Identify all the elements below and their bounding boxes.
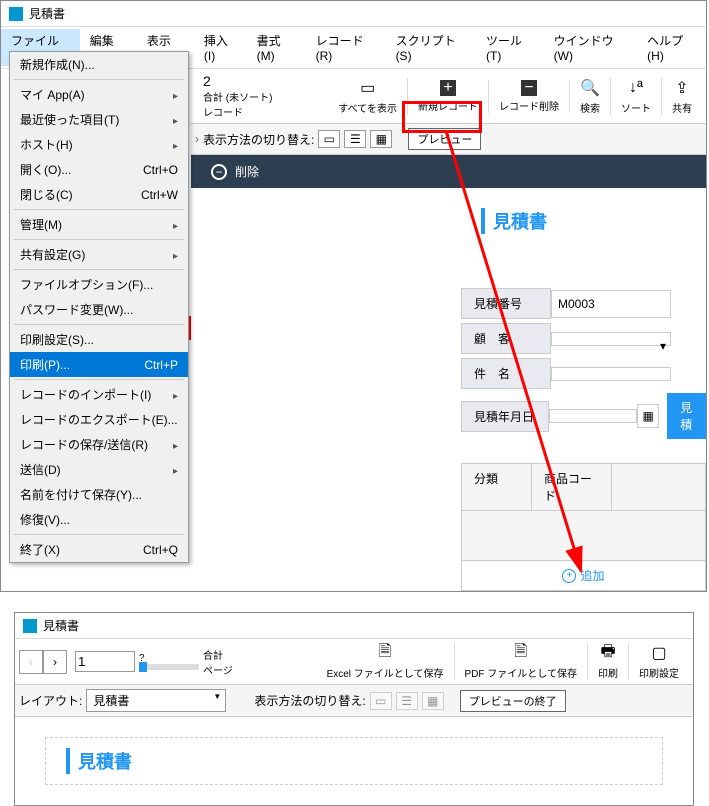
menu-item[interactable]: 開く(O)...Ctrl+O — [10, 157, 188, 182]
menu-item[interactable]: パスワード変更(W)... — [10, 297, 188, 322]
calendar-icon[interactable]: ▦ — [637, 404, 658, 428]
section-title-2: 見積書 — [66, 748, 642, 774]
view-list-button[interactable]: ☰ — [344, 130, 366, 148]
estimate-no-label: 見積番号 — [461, 288, 551, 319]
end-preview-button[interactable]: プレビューの終了 — [460, 690, 566, 712]
app-icon — [9, 7, 23, 21]
delete-icon[interactable]: − — [211, 164, 227, 180]
date-label: 見積年月日 — [461, 401, 549, 432]
next-page-button[interactable]: › — [43, 650, 67, 674]
sort-icon: ↓ª — [626, 78, 646, 98]
menu-item[interactable]: 共有設定(G) — [10, 242, 188, 267]
estimate-no-field[interactable]: M0003 — [551, 290, 671, 318]
menu-item[interactable]: 送信(D) — [10, 457, 188, 482]
prev-page-button[interactable]: ‹ — [19, 650, 43, 674]
layout-label: レイアウト: — [19, 692, 82, 709]
plus-circle-icon: + — [562, 569, 576, 583]
view-list-button-2[interactable]: ☰ — [396, 692, 418, 710]
print-button[interactable]: 🖶 印刷 — [588, 643, 629, 680]
menu-tool[interactable]: ツール(T) — [476, 29, 544, 66]
page-input[interactable] — [75, 651, 135, 672]
add-button[interactable]: + 追加 — [461, 561, 706, 591]
menu-format[interactable]: 書式(M) — [247, 29, 306, 66]
page-label: ページ — [203, 662, 233, 677]
layout-select[interactable]: 見積書 — [86, 689, 226, 712]
page-slider[interactable] — [139, 664, 199, 670]
minus-icon: − — [521, 80, 537, 96]
th-code: 商品コード — [532, 464, 612, 510]
window-title-2: 見積書 — [43, 617, 79, 634]
th-category: 分類 — [462, 464, 532, 510]
print-settings-icon: ▢ — [649, 643, 669, 663]
subject-label: 件 名 — [461, 358, 551, 389]
preview-button[interactable]: プレビュー — [408, 128, 481, 150]
share-icon: ⇪ — [672, 78, 692, 98]
record-count: 2 — [203, 73, 272, 89]
menu-item[interactable]: レコードのインポート(I) — [10, 382, 188, 407]
customer-label: 顧 客 — [461, 323, 551, 354]
titlebar-2: 見積書 — [15, 613, 693, 639]
search-button[interactable]: 🔍 検索 — [570, 78, 611, 115]
menu-item[interactable]: ファイルオプション(F)... — [10, 272, 188, 297]
unknown-pages: ? — [139, 653, 199, 664]
menu-item[interactable]: 名前を付けて保存(Y)... — [10, 482, 188, 507]
menu-item[interactable]: ホスト(H) — [10, 132, 188, 157]
share-button[interactable]: ⇪ 共有 — [662, 78, 702, 115]
date-field[interactable] — [549, 409, 637, 423]
section-title: 見積書 — [481, 208, 706, 234]
menu-item[interactable]: 閉じる(C)Ctrl+W — [10, 182, 188, 207]
menu-item[interactable]: マイ App(A) — [10, 82, 188, 107]
date-extra-label: 見積 — [667, 393, 706, 439]
menu-window[interactable]: ウインドウ(W) — [544, 29, 638, 66]
view-switch-label-2: 表示方法の切り替え: — [254, 692, 365, 709]
menu-item[interactable]: 新規作成(N)... — [10, 52, 188, 77]
menu-item[interactable]: 管理(M) — [10, 212, 188, 237]
total-label: 合計 — [203, 647, 233, 662]
subject-field[interactable] — [551, 367, 671, 381]
record-status: 合計 (未ソート) — [203, 89, 272, 104]
menu-insert[interactable]: 挿入(I) — [194, 29, 247, 66]
menu-item[interactable]: 修復(V)... — [10, 507, 188, 532]
chevron-right-icon[interactable]: › — [195, 132, 199, 146]
customer-field[interactable]: ▾ — [551, 332, 671, 346]
view-table-button[interactable]: ▦ — [370, 130, 392, 148]
window-title: 見積書 — [29, 5, 65, 22]
view-table-button-2[interactable]: ▦ — [422, 692, 444, 710]
menu-item[interactable]: 最近使った項目(T) — [10, 107, 188, 132]
menu-help[interactable]: ヘルプ(H) — [637, 29, 706, 66]
menu-record[interactable]: レコード(R) — [306, 29, 386, 66]
titlebar: 見積書 — [1, 1, 706, 27]
show-all-icon: ▭ — [358, 78, 378, 98]
show-all-button[interactable]: ▭ すべてを表示 — [328, 78, 408, 115]
sort-button[interactable]: ↓ª ソート — [611, 78, 662, 115]
menu-item[interactable]: 終了(X)Ctrl+Q — [10, 537, 188, 562]
menu-item[interactable]: レコードの保存/送信(R) — [10, 432, 188, 457]
new-record-button[interactable]: + 新規レコード — [408, 80, 489, 113]
menu-item[interactable]: 印刷(P)...Ctrl+P — [10, 352, 188, 377]
record-label: レコード — [203, 104, 272, 119]
menu-item[interactable]: 印刷設定(S)... — [10, 327, 188, 352]
excel-icon: 🗎 — [375, 643, 395, 663]
delete-label: 削除 — [235, 163, 259, 180]
view-switch-label: 表示方法の切り替え: — [203, 131, 314, 148]
delete-record-button[interactable]: − レコード削除 — [489, 80, 570, 113]
printer-icon: 🖶 — [598, 643, 618, 663]
plus-icon: + — [440, 80, 456, 96]
print-settings-button[interactable]: ▢ 印刷設定 — [629, 643, 689, 680]
pdf-icon: 🗎 — [511, 643, 531, 663]
save-excel-button[interactable]: 🗎 Excel ファイルとして保存 — [317, 643, 455, 680]
menu-script[interactable]: スクリプト(S) — [386, 29, 476, 66]
menu-item[interactable]: レコードのエクスポート(E)... — [10, 407, 188, 432]
view-form-button-2[interactable]: ▭ — [370, 692, 392, 710]
view-form-button[interactable]: ▭ — [318, 130, 340, 148]
search-icon: 🔍 — [580, 78, 600, 98]
app-icon-2 — [23, 619, 37, 633]
save-pdf-button[interactable]: 🗎 PDF ファイルとして保存 — [455, 643, 588, 680]
file-dropdown: 新規作成(N)... マイ App(A)最近使った項目(T)ホスト(H)開く(O)… — [9, 51, 189, 563]
